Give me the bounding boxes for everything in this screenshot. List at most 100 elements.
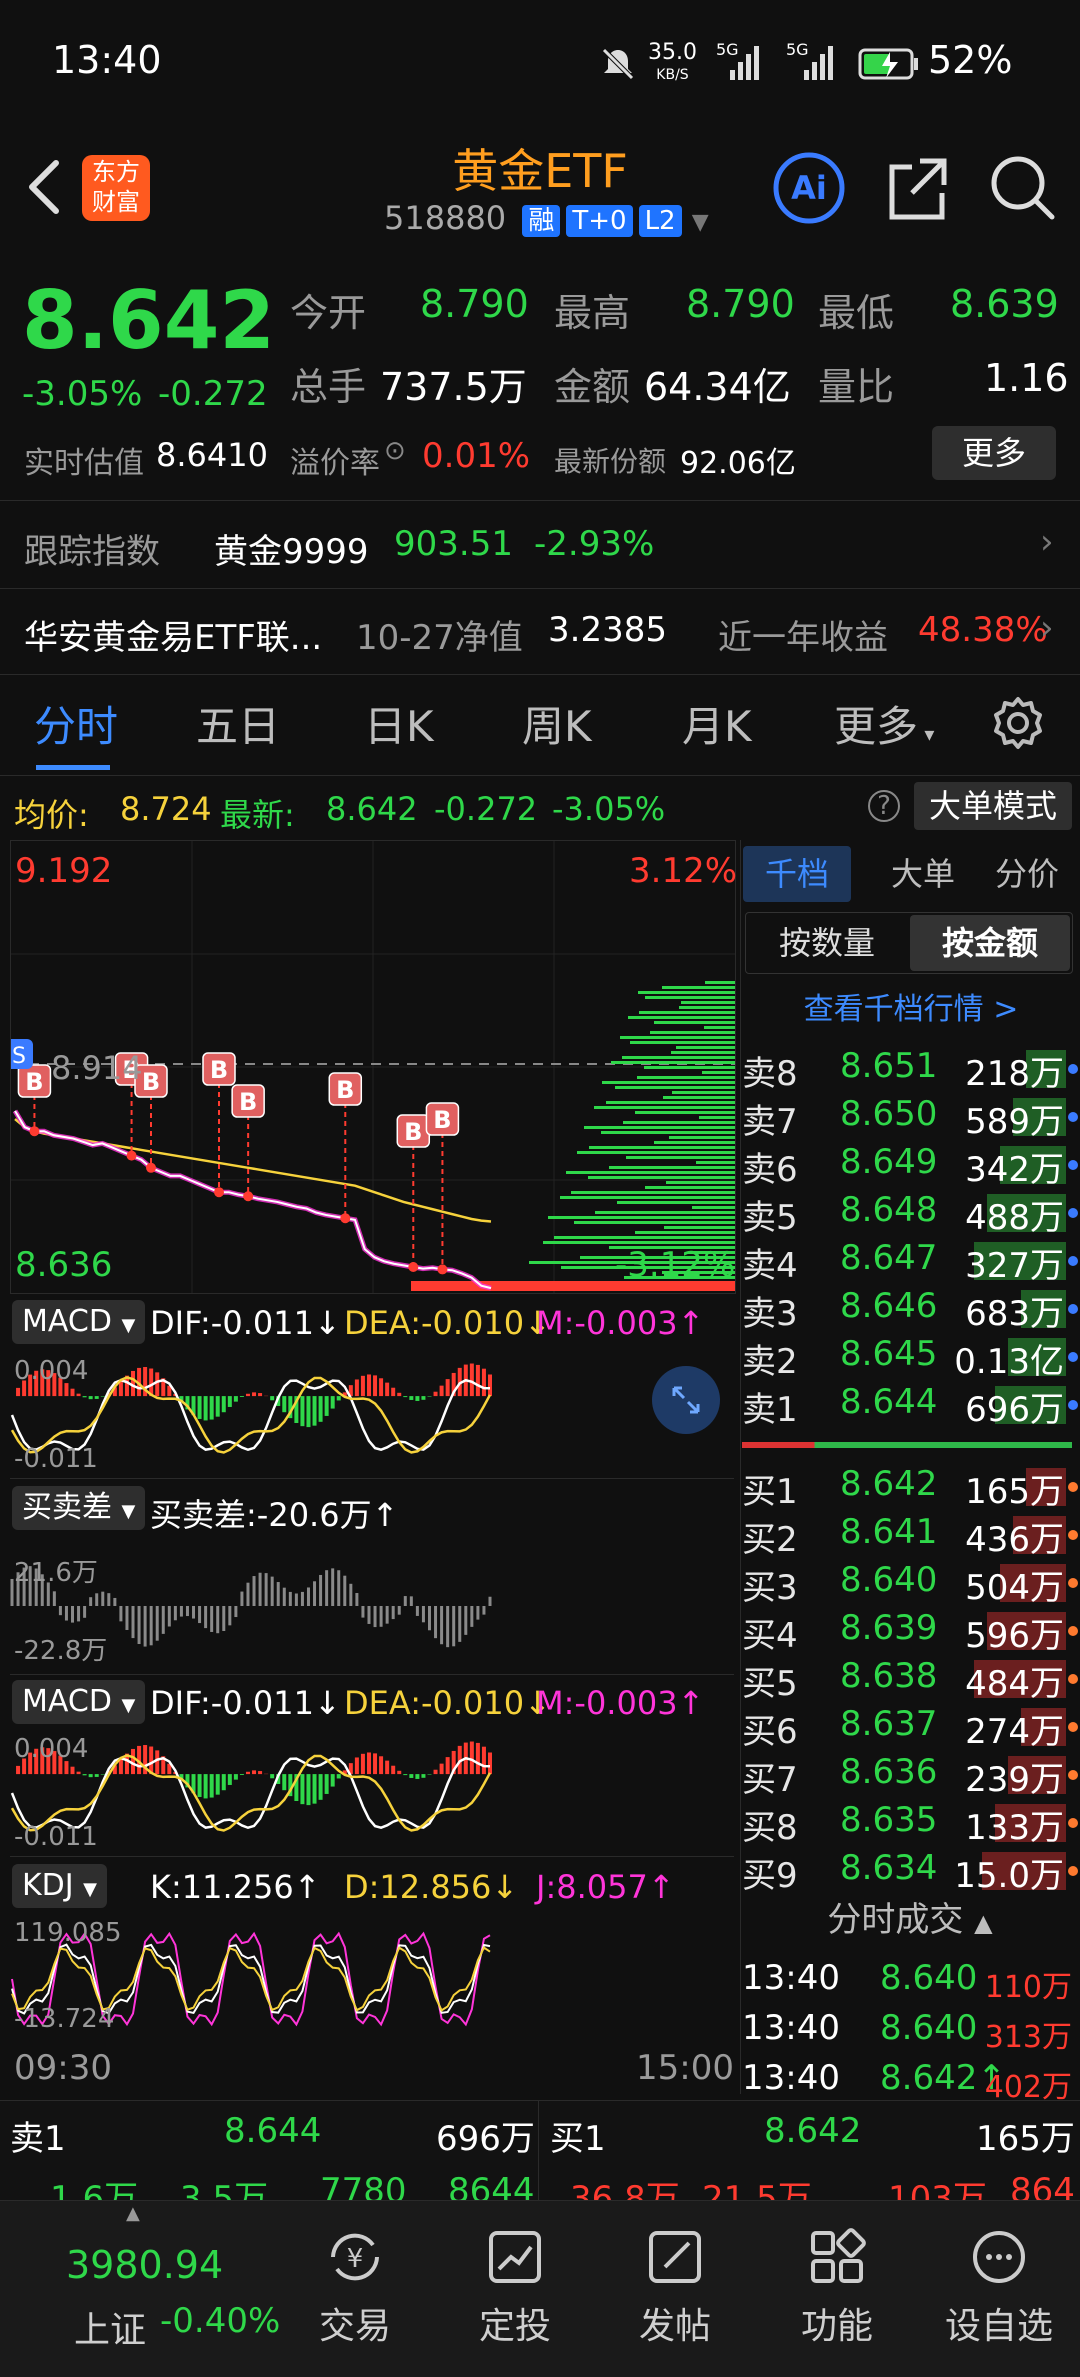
spread-bar (355, 1593, 358, 1606)
ask-volume: 589万 (965, 1094, 1064, 1143)
macd-bar (415, 1396, 419, 1401)
bid-row[interactable]: 买88.635133万 (742, 1800, 1080, 1848)
depth-bar (577, 1151, 735, 1154)
trades-title[interactable]: 分时成交 ▲ (740, 1892, 1080, 1942)
svg-text:Ai: Ai (791, 169, 827, 207)
intraday-chart[interactable]: BBBBBBBBS 9.192 8.636 3.12% -3.12% 8.914 (10, 840, 736, 1294)
bid-row[interactable]: 买48.639596万 (742, 1608, 1080, 1656)
search-icon[interactable] (988, 153, 1058, 227)
macd-bar (204, 1396, 208, 1420)
nav-post[interactable]: 发帖 (610, 2225, 740, 2349)
tab-level-1000[interactable]: 千档 (743, 846, 851, 902)
ask-row[interactable]: 卖18.644696万 (742, 1382, 1080, 1430)
bid-volume: 133万 (965, 1800, 1064, 1849)
ask-row[interactable]: 卖38.646683万 (742, 1286, 1080, 1334)
ask-row[interactable]: 卖78.650589万 (742, 1094, 1080, 1142)
depth-bar (626, 1156, 735, 1159)
index-ticker[interactable]: ▲ 3980.94 上证 -0.40% (0, 2201, 290, 2377)
macd-bar (440, 1764, 444, 1774)
ask-volume: 488万 (965, 1190, 1064, 1239)
bid-row[interactable]: 买18.642165万 (742, 1464, 1080, 1512)
view-depth-link[interactable]: 查看千档行情 > (741, 984, 1080, 1028)
subtab-by-amount[interactable]: 按金额 (910, 915, 1070, 971)
spread-bar (277, 1582, 280, 1606)
spread-bar (132, 1606, 135, 1638)
trade-row: 13:408.640313万 (742, 2008, 1080, 2056)
bid-level: 买3 (742, 1560, 798, 1609)
macd-bar (252, 1392, 256, 1396)
tab-daily-k[interactable]: 日K (364, 693, 434, 754)
trade-point (437, 1264, 447, 1274)
ask-row[interactable]: 卖58.648488万 (742, 1190, 1080, 1238)
macd-bar (319, 1396, 323, 1422)
spread-bar (416, 1606, 419, 1616)
spread-selector[interactable]: 买卖差 ▼ (12, 1486, 145, 1530)
share-icon[interactable] (884, 153, 950, 227)
depth-bar (654, 1021, 735, 1024)
bid-row[interactable]: 买98.63415.0万 (742, 1848, 1080, 1896)
bid-dot (1068, 1578, 1078, 1588)
depth-bar (554, 1236, 735, 1239)
nav-add-watchlist[interactable]: 设自选 (934, 2225, 1064, 2349)
depth-bar (645, 1186, 735, 1189)
tab-monthly-k[interactable]: 月K (682, 693, 752, 754)
tab-more[interactable]: 更多 ▾ (834, 693, 934, 754)
macd2-selector[interactable]: MACD ▼ (12, 1680, 145, 1724)
ask-row[interactable]: 卖68.649342万 (742, 1142, 1080, 1190)
bid-volume: 596万 (965, 1608, 1064, 1657)
stock-code-line[interactable]: 518880 融T+0L2 ▼ (384, 199, 709, 237)
change-percent: -3.05% (22, 374, 142, 414)
macd-chart: 0.004 -0.011 (10, 1352, 734, 1479)
depth-bar (702, 1071, 735, 1074)
tab-big-orders[interactable]: 大单 (873, 846, 973, 902)
nav-fixed-invest[interactable]: 定投 (450, 2225, 580, 2349)
ask-row[interactable]: 卖88.651218万 (742, 1046, 1080, 1094)
tab-intraday[interactable]: 分时 (34, 693, 118, 754)
spread-bar (228, 1606, 231, 1625)
macd-bar (313, 1774, 317, 1804)
more-button[interactable]: 更多 (932, 426, 1056, 480)
nav-trade[interactable]: ¥ 交易 (290, 2225, 420, 2349)
bid-row[interactable]: 买78.636239万 (742, 1752, 1080, 1800)
settings-gear-icon[interactable] (990, 695, 1046, 755)
fund-row[interactable]: 华安黄金易ETF联... 10-27净值 3.2385 近一年收益 48.38%… (0, 588, 1080, 675)
spread-bar (234, 1606, 237, 1617)
tab-weekly-k[interactable]: 周K (522, 693, 592, 754)
info-icon[interactable]: ⊙ (384, 436, 406, 466)
sell1-label: 卖1 (10, 2111, 66, 2160)
nav-functions[interactable]: 功能 (772, 2225, 902, 2349)
kdj-selector[interactable]: KDJ ▼ (12, 1864, 107, 1908)
spread-bar (222, 1606, 225, 1631)
expand-icon[interactable] (652, 1366, 720, 1434)
macd-bar (210, 1774, 214, 1797)
estimate-value: 8.6410 (156, 436, 268, 474)
big-order-mode-button[interactable]: 大单模式 (914, 782, 1072, 830)
trade-point (29, 1126, 39, 1136)
tab-five-day[interactable]: 五日 (196, 693, 280, 754)
high-value: 8.790 (686, 282, 795, 326)
help-icon[interactable]: ? (868, 790, 900, 822)
ask-row[interactable]: 卖48.647327万 (742, 1238, 1080, 1286)
depth-bar (663, 1096, 735, 1099)
ask-price: 8.647 (840, 1238, 937, 1278)
tracking-index-row[interactable]: 跟踪指数 黄金9999 903.51 -2.93% › (0, 502, 1080, 589)
tracking-value: 903.51 (394, 524, 513, 564)
ask-volume: 342万 (965, 1142, 1064, 1191)
macd-selector[interactable]: MACD ▼ (12, 1300, 145, 1344)
buy-marker-label: B (25, 1068, 43, 1096)
bid-row[interactable]: 买28.641436万 (742, 1512, 1080, 1560)
ask-price: 8.644 (840, 1382, 937, 1422)
buy1-volume: 165万 (976, 2111, 1075, 2160)
x-axis-end: 15:00 (636, 2048, 734, 2088)
ask-row[interactable]: 卖28.6450.13亿 (742, 1334, 1080, 1382)
bid-row[interactable]: 买68.637274万 (742, 1704, 1080, 1752)
bid-row[interactable]: 买58.638484万 (742, 1656, 1080, 1704)
bid-row[interactable]: 买38.640504万 (742, 1560, 1080, 1608)
bid-volume: 436万 (965, 1512, 1064, 1561)
battery-icon (858, 46, 920, 86)
subtab-by-quantity[interactable]: 按数量 (746, 913, 908, 973)
macd-bar (397, 1393, 401, 1396)
tab-price-dist[interactable]: 分价 (977, 846, 1077, 902)
ratio-label: 量比 (818, 356, 894, 411)
ai-icon[interactable]: Ai (772, 151, 846, 229)
